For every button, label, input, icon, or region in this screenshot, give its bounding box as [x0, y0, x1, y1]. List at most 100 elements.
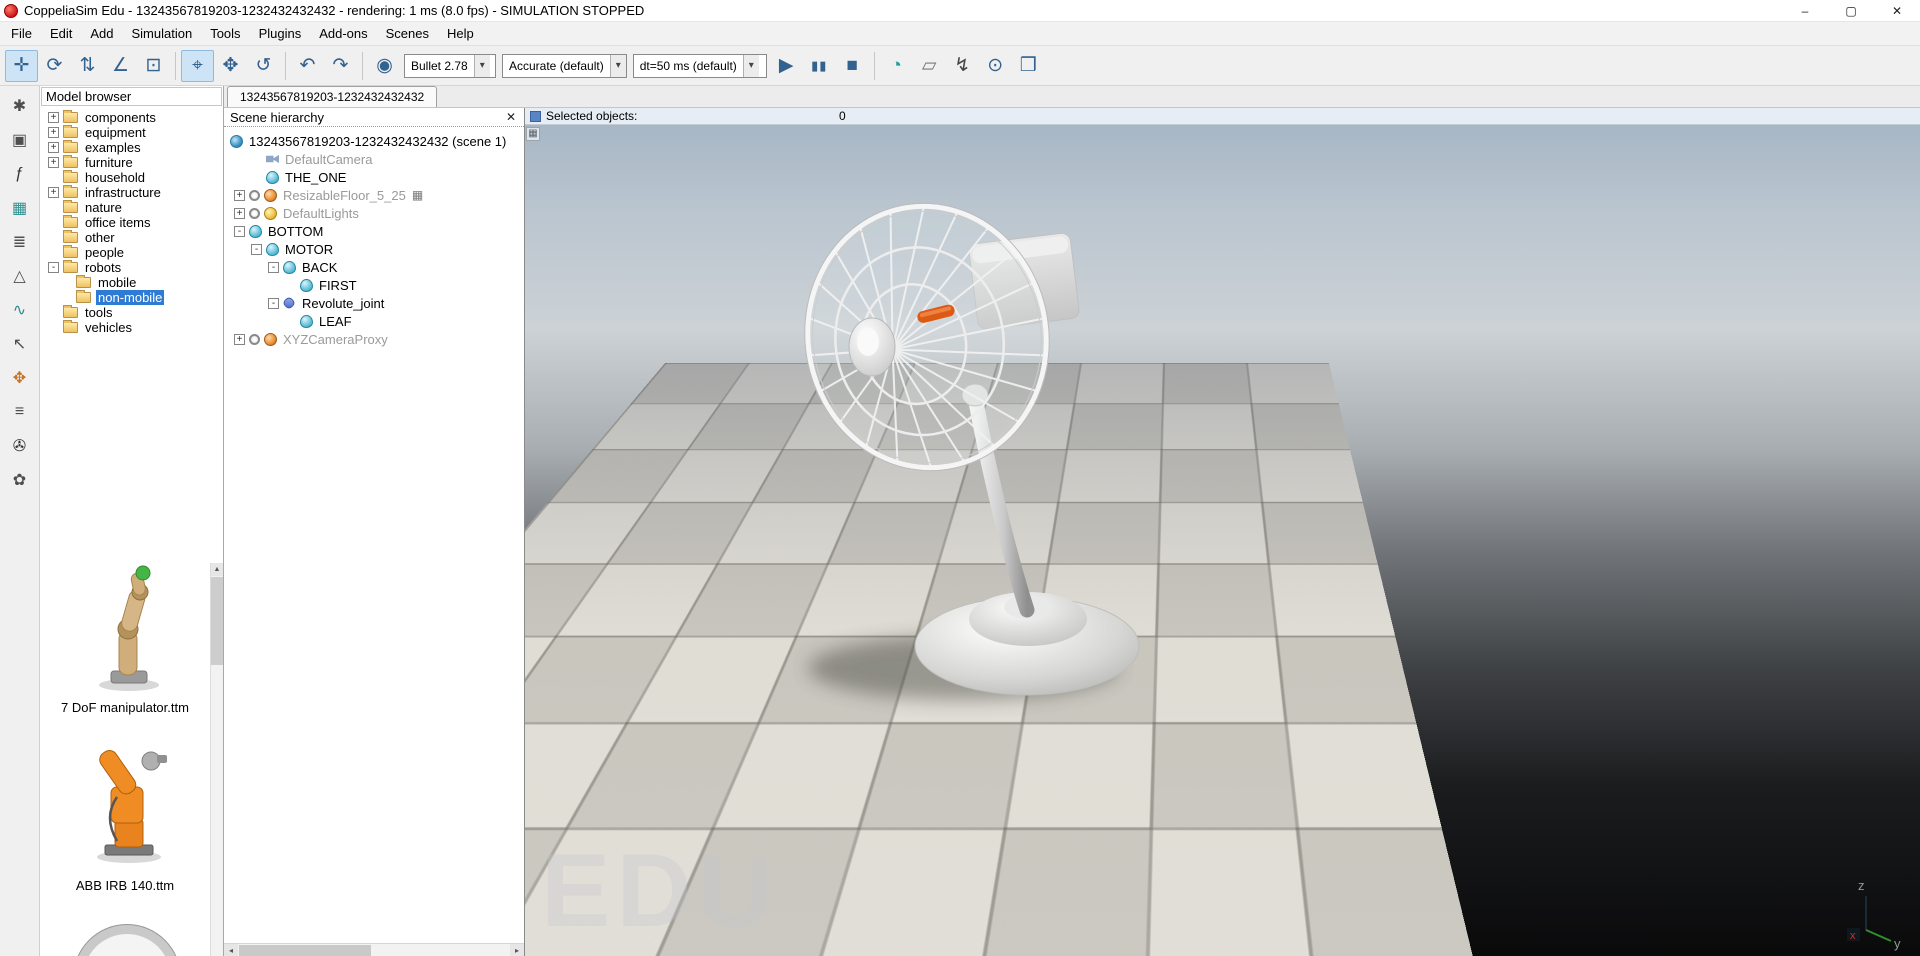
- object-properties-icon[interactable]: ▣: [5, 126, 35, 153]
- model-thumbnail-partial[interactable]: [74, 925, 180, 956]
- video-recorder-icon[interactable]: ✇: [5, 432, 35, 459]
- accuracy-dropdown[interactable]: Accurate (default) ▾: [502, 54, 627, 78]
- expander-icon[interactable]: +: [48, 112, 59, 123]
- start-simulation-button[interactable]: ▶: [770, 50, 803, 82]
- tree-item-first[interactable]: FIRST: [224, 276, 524, 294]
- model-handling-icon[interactable]: ✥: [5, 364, 35, 391]
- layers-icon[interactable]: ≡: [5, 398, 35, 425]
- model-thumbnail-abb[interactable]: [56, 735, 196, 870]
- selection-icon[interactable]: ↖: [5, 330, 35, 357]
- model-folder-components[interactable]: + components: [40, 110, 223, 125]
- scroll-left-icon[interactable]: ◂: [224, 944, 238, 956]
- close-button[interactable]: ✕: [1874, 0, 1920, 21]
- view-menu-icon[interactable]: ▦: [526, 127, 540, 141]
- model-folder-tools[interactable]: tools: [40, 305, 223, 320]
- camera-fit-button[interactable]: ⊡: [137, 50, 170, 82]
- hierarchy-horizontal-scrollbar[interactable]: ◂ ▸: [224, 943, 524, 956]
- menu-add[interactable]: Add: [81, 24, 122, 43]
- calculation-modules-icon[interactable]: ƒ: [5, 160, 35, 187]
- object-shift-button[interactable]: ✥: [214, 50, 247, 82]
- model-folder-infrastructure[interactable]: + infrastructure: [40, 185, 223, 200]
- simulation-settings-icon[interactable]: ✱: [5, 92, 35, 119]
- visibility-button[interactable]: ⊙: [979, 50, 1012, 82]
- page-selector-button[interactable]: ❒: [1012, 50, 1045, 82]
- undo-button[interactable]: ↶: [291, 50, 324, 82]
- maximize-button[interactable]: ▢: [1828, 0, 1874, 21]
- model-folder-household[interactable]: household: [40, 170, 223, 185]
- menu-plugins[interactable]: Plugins: [250, 24, 311, 43]
- dynamic-content-visualization-button[interactable]: ◉: [368, 50, 401, 82]
- redo-button[interactable]: ↷: [324, 50, 357, 82]
- scroll-right-icon[interactable]: ▸: [510, 944, 524, 956]
- visibility-icon[interactable]: [249, 334, 260, 345]
- model-folder-nature[interactable]: nature: [40, 200, 223, 215]
- chevron-down-icon[interactable]: ▾: [474, 55, 490, 77]
- expander-icon[interactable]: -: [234, 226, 245, 237]
- tree-item-motor[interactable]: - MOTOR: [224, 240, 524, 258]
- menu-simulation[interactable]: Simulation: [123, 24, 202, 43]
- tree-item-defaultcamera[interactable]: DefaultCamera: [224, 150, 524, 168]
- expander-icon[interactable]: -: [268, 298, 279, 309]
- real-time-mode-button[interactable]: ◔: [880, 50, 913, 82]
- menu-tools[interactable]: Tools: [201, 24, 249, 43]
- graph-button[interactable]: ↯: [946, 50, 979, 82]
- tree-item-xyzcameraproxy[interactable]: + XYZCameraProxy: [224, 330, 524, 348]
- model-folder-office-items[interactable]: office items: [40, 215, 223, 230]
- expander-icon[interactable]: +: [48, 142, 59, 153]
- scrollbar-thumb[interactable]: [211, 577, 223, 665]
- camera-pan-button[interactable]: ✛: [5, 50, 38, 82]
- tree-item-resizablefloor[interactable]: + ResizableFloor_5_25 ▦: [224, 186, 524, 204]
- model-thumbnail-7dof[interactable]: [56, 563, 196, 698]
- menu-edit[interactable]: Edit: [41, 24, 81, 43]
- menu-file[interactable]: File: [2, 24, 41, 43]
- camera-rotate-button[interactable]: ⟳: [38, 50, 71, 82]
- model-folder-furniture[interactable]: + furniture: [40, 155, 223, 170]
- model-folder-non-mobile[interactable]: non-mobile: [40, 290, 223, 305]
- stop-simulation-button[interactable]: ■: [836, 50, 869, 82]
- object-select-button[interactable]: ⌖: [181, 50, 214, 82]
- camera-angle-button[interactable]: ∠: [104, 50, 137, 82]
- chevron-down-icon[interactable]: ▾: [743, 55, 759, 77]
- expander-icon[interactable]: +: [234, 208, 245, 219]
- visibility-icon[interactable]: [249, 190, 260, 201]
- model-folder-robots[interactable]: - robots: [40, 260, 223, 275]
- model-folder-vehicles[interactable]: vehicles: [40, 320, 223, 335]
- viewport-3d[interactable]: Selected objects: 0 ▦ z x y EDU: [525, 108, 1920, 956]
- expander-icon[interactable]: +: [48, 157, 59, 168]
- model-folder-examples[interactable]: + examples: [40, 140, 223, 155]
- scroll-up-icon[interactable]: ▲: [211, 563, 223, 576]
- user-settings-icon[interactable]: ✿: [5, 466, 35, 493]
- tree-item-the-one[interactable]: THE_ONE: [224, 168, 524, 186]
- expander-icon[interactable]: -: [48, 262, 59, 273]
- scripts-icon[interactable]: ≣: [5, 228, 35, 255]
- model-folder-other[interactable]: other: [40, 230, 223, 245]
- tree-item-revolute-joint[interactable]: - Revolute_joint: [224, 294, 524, 312]
- expander-icon[interactable]: +: [234, 190, 245, 201]
- menu-scenes[interactable]: Scenes: [377, 24, 438, 43]
- tree-item-scene-root[interactable]: 13243567819203-1232432432432 (scene 1): [224, 132, 524, 150]
- model-folder-people[interactable]: people: [40, 245, 223, 260]
- chevron-down-icon[interactable]: ▾: [610, 55, 626, 77]
- tree-item-bottom[interactable]: - BOTTOM: [224, 222, 524, 240]
- object-rotate-button[interactable]: ↺: [247, 50, 280, 82]
- car-dynamics-button[interactable]: ▱: [913, 50, 946, 82]
- path-edition-icon[interactable]: ∿: [5, 296, 35, 323]
- tree-item-leaf[interactable]: LEAF: [224, 312, 524, 330]
- scene-tab[interactable]: 13243567819203-1232432432432: [227, 86, 437, 107]
- expander-icon[interactable]: +: [234, 334, 245, 345]
- minimize-button[interactable]: –: [1782, 0, 1828, 21]
- pause-simulation-button[interactable]: ▮▮: [803, 50, 836, 82]
- expander-icon[interactable]: +: [48, 187, 59, 198]
- scrollbar-thumb[interactable]: [239, 945, 371, 956]
- shape-edition-icon[interactable]: △: [5, 262, 35, 289]
- menu-addons[interactable]: Add-ons: [310, 24, 376, 43]
- tree-item-defaultlights[interactable]: + DefaultLights: [224, 204, 524, 222]
- visibility-icon[interactable]: [249, 208, 260, 219]
- menu-help[interactable]: Help: [438, 24, 483, 43]
- model-browser-scrollbar[interactable]: ▲: [210, 563, 223, 956]
- collections-icon[interactable]: ▦: [5, 194, 35, 221]
- tree-item-back[interactable]: - BACK: [224, 258, 524, 276]
- model-folder-equipment[interactable]: + equipment: [40, 125, 223, 140]
- timestep-dropdown[interactable]: dt=50 ms (default) ▾: [633, 54, 767, 78]
- expander-icon[interactable]: -: [268, 262, 279, 273]
